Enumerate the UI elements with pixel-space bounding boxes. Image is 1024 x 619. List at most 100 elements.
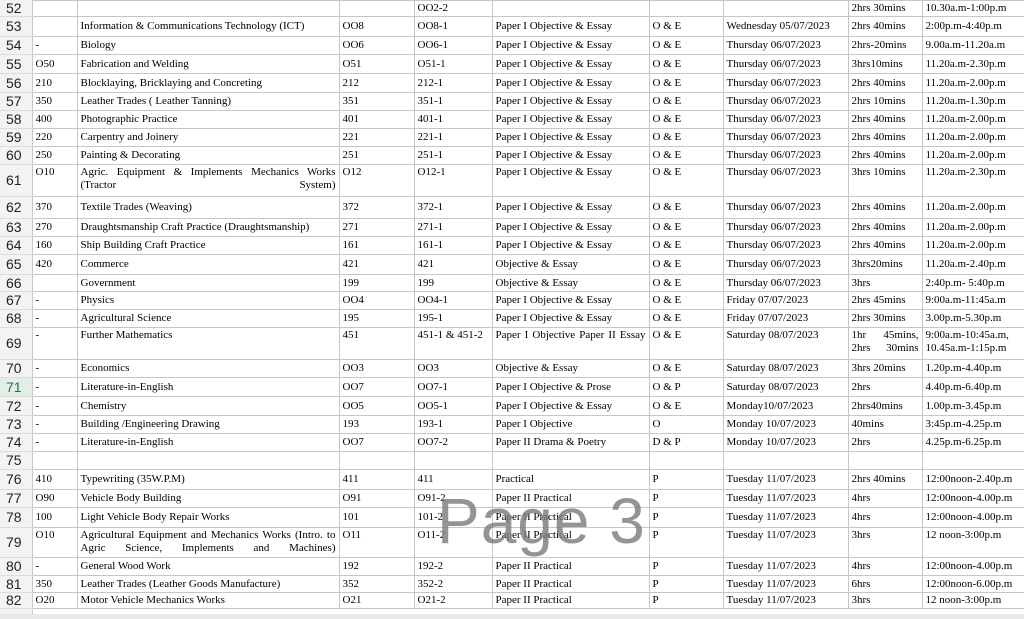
date-cell[interactable]: [722, 451, 849, 470]
duration-cell[interactable]: 40mins: [847, 415, 923, 434]
code-cell[interactable]: [31, 16, 78, 37]
row-header-59[interactable]: 59: [0, 128, 33, 147]
duration-cell[interactable]: 3hrs10mins: [847, 54, 923, 74]
paper-code-cell[interactable]: [413, 451, 493, 470]
subject-cell[interactable]: Textile Trades (Weaving): [76, 196, 340, 219]
subject-cell[interactable]: Blocklaying, Bricklaying and Concreting: [76, 73, 340, 93]
row-header-82[interactable]: 82: [0, 592, 33, 609]
paper-code-cell[interactable]: OO7-1: [413, 377, 493, 397]
paper-cell[interactable]: Paper I Objective & Essay: [491, 128, 650, 147]
row-header-67[interactable]: 67: [0, 291, 33, 310]
time-cell[interactable]: 12 noon-3:00p.m: [921, 592, 1024, 609]
time-cell[interactable]: 11.20a.m-2.00p.m: [921, 73, 1024, 93]
subject-cell[interactable]: [76, 451, 340, 470]
subject-cell[interactable]: Light Vehicle Body Repair Works: [76, 507, 340, 528]
row-header-71[interactable]: 71: [0, 377, 33, 397]
paper-code-cell[interactable]: 221-1: [413, 128, 493, 147]
duration-cell[interactable]: 2hrs 40mins: [847, 469, 923, 490]
row-header-54[interactable]: 54: [0, 36, 33, 55]
date-cell[interactable]: Tuesday 11/07/2023: [722, 592, 849, 609]
subject-cell[interactable]: Leather Trades (Leather Goods Manufactur…: [76, 575, 340, 593]
paper-code-cell[interactable]: OO8-1: [413, 16, 493, 37]
time-cell[interactable]: 11.20a.m-2.00p.m: [921, 146, 1024, 165]
subject-code-cell[interactable]: 195: [338, 309, 415, 328]
type-cell[interactable]: O & E: [648, 110, 724, 129]
subject-cell[interactable]: Photographic Practice: [76, 110, 340, 129]
time-cell[interactable]: 9:00a.m-10:45a.m, 10.45a.m-1:15p.m: [921, 327, 1024, 360]
row-header-68[interactable]: 68: [0, 309, 33, 328]
type-cell[interactable]: O & E: [648, 92, 724, 111]
paper-cell[interactable]: Paper I Objective Paper II Essay: [491, 327, 650, 360]
duration-cell[interactable]: 3hrs: [847, 274, 923, 292]
subject-cell[interactable]: Biology: [76, 36, 340, 55]
paper-cell[interactable]: Paper I Objective & Essay: [491, 16, 650, 37]
subject-cell[interactable]: Leather Trades ( Leather Tanning): [76, 92, 340, 111]
row-header-76[interactable]: 76: [0, 469, 33, 490]
row-header-61[interactable]: 61: [0, 164, 33, 197]
subject-code-cell[interactable]: 401: [338, 110, 415, 129]
time-cell[interactable]: 3:45p.m-4.25p.m: [921, 415, 1024, 434]
code-cell[interactable]: O10: [31, 164, 78, 197]
time-cell[interactable]: 12:00noon-4.00p.m: [921, 489, 1024, 508]
duration-cell[interactable]: 4hrs: [847, 489, 923, 508]
row-header-63[interactable]: 63: [0, 218, 33, 237]
paper-cell[interactable]: Paper I Objective & Essay: [491, 54, 650, 74]
time-cell[interactable]: 11.20a.m-2.00p.m: [921, 218, 1024, 237]
date-cell[interactable]: Tuesday 11/07/2023: [722, 527, 849, 558]
subject-cell[interactable]: Agricultural Equipment and Mechanics Wor…: [76, 527, 340, 558]
subject-code-cell[interactable]: 372: [338, 196, 415, 219]
date-cell[interactable]: Saturday 08/07/2023: [722, 327, 849, 360]
type-cell[interactable]: P: [648, 575, 724, 593]
row-header-60[interactable]: 60: [0, 146, 33, 165]
paper-code-cell[interactable]: O11-2: [413, 527, 493, 558]
subject-code-cell[interactable]: OO5: [338, 396, 415, 416]
time-cell[interactable]: 1.20p.m-4.40p.m: [921, 359, 1024, 378]
date-cell[interactable]: Thursday 06/07/2023: [722, 92, 849, 111]
time-cell[interactable]: 12:00noon-4.00p.m: [921, 507, 1024, 528]
code-cell[interactable]: [31, 451, 78, 470]
code-cell[interactable]: O20: [31, 592, 78, 609]
duration-cell[interactable]: 2hrs 40mins: [847, 16, 923, 37]
date-cell[interactable]: Thursday 06/07/2023: [722, 128, 849, 147]
duration-cell[interactable]: 2hrs: [847, 433, 923, 452]
time-cell[interactable]: 12:00noon-6.00p.m: [921, 575, 1024, 593]
date-cell[interactable]: Thursday 06/07/2023: [722, 196, 849, 219]
subject-code-cell[interactable]: 271: [338, 218, 415, 237]
type-cell[interactable]: P: [648, 507, 724, 528]
code-cell[interactable]: -: [31, 557, 78, 576]
subject-code-cell[interactable]: [338, 0, 415, 17]
subject-cell[interactable]: Further Mathematics: [76, 327, 340, 360]
subject-cell[interactable]: Painting & Decorating: [76, 146, 340, 165]
subject-cell[interactable]: Chemistry: [76, 396, 340, 416]
date-cell[interactable]: Thursday 06/07/2023: [722, 274, 849, 292]
subject-code-cell[interactable]: 421: [338, 254, 415, 275]
paper-cell[interactable]: Paper I Objective & Essay: [491, 309, 650, 328]
subject-cell[interactable]: Physics: [76, 291, 340, 310]
time-cell[interactable]: 12 noon-3:00p.m: [921, 527, 1024, 558]
subject-cell[interactable]: Ship Building Craft Practice: [76, 236, 340, 255]
paper-code-cell[interactable]: O21-2: [413, 592, 493, 609]
subject-code-cell[interactable]: O11: [338, 527, 415, 558]
paper-cell[interactable]: Paper I Objective & Essay: [491, 396, 650, 416]
subject-cell[interactable]: Vehicle Body Building: [76, 489, 340, 508]
paper-code-cell[interactable]: 192-2: [413, 557, 493, 576]
row-header-78[interactable]: 78: [0, 507, 33, 528]
row-header-56[interactable]: 56: [0, 73, 33, 93]
code-cell[interactable]: O50: [31, 54, 78, 74]
subject-cell[interactable]: Literature-in-English: [76, 433, 340, 452]
subject-cell[interactable]: Carpentry and Joinery: [76, 128, 340, 147]
paper-cell[interactable]: Objective & Essay: [491, 254, 650, 275]
subject-code-cell[interactable]: 199: [338, 274, 415, 292]
code-cell[interactable]: -: [31, 415, 78, 434]
code-cell[interactable]: -: [31, 291, 78, 310]
code-cell[interactable]: 220: [31, 128, 78, 147]
paper-code-cell[interactable]: O51-1: [413, 54, 493, 74]
subject-cell[interactable]: Fabrication and Welding: [76, 54, 340, 74]
type-cell[interactable]: O & E: [648, 16, 724, 37]
subject-cell[interactable]: [76, 0, 340, 17]
subject-cell[interactable]: Building /Engineering Drawing: [76, 415, 340, 434]
code-cell[interactable]: 370: [31, 196, 78, 219]
subject-code-cell[interactable]: O21: [338, 592, 415, 609]
subject-code-cell[interactable]: O91: [338, 489, 415, 508]
duration-cell[interactable]: 4hrs: [847, 557, 923, 576]
